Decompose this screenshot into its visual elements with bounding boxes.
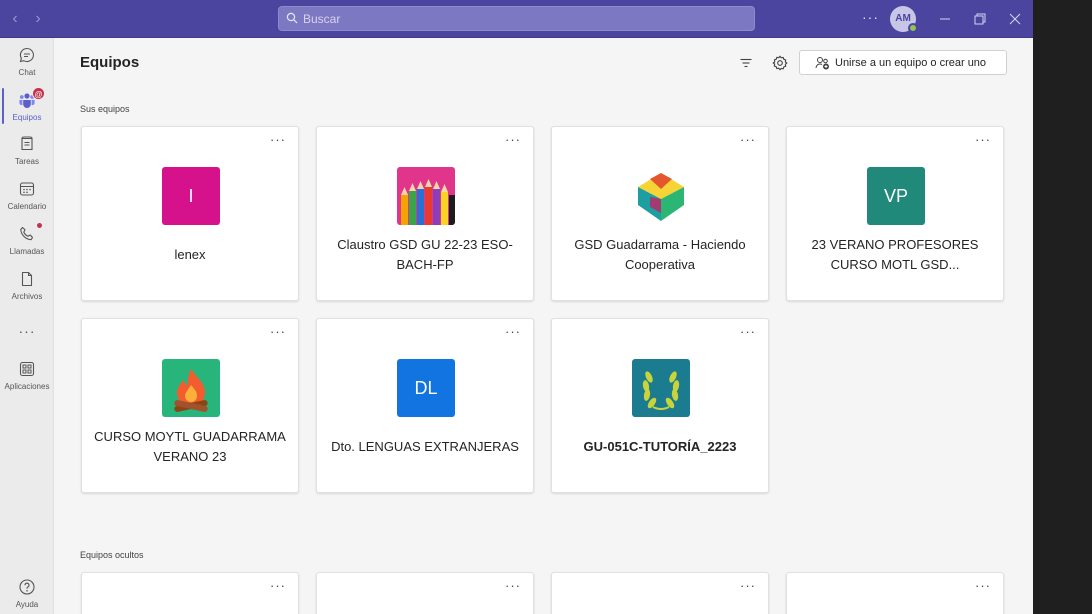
join-or-create-team-button[interactable]: Unirse a un equipo o crear uno xyxy=(799,50,1007,75)
more-options-icon[interactable]: ··· xyxy=(975,579,991,592)
search-icon xyxy=(286,12,298,24)
more-apps-icon[interactable]: ··· xyxy=(0,323,54,339)
team-card[interactable]: ··· GSD Guadarrama - Haciendo Cooperativ… xyxy=(551,126,769,301)
team-name: Claustro GSD GU 22-23 ESO-BACH-FP xyxy=(337,237,513,272)
team-card[interactable]: ··· DL Dto. LENGUAS EXTRANJERAS xyxy=(316,318,534,493)
rail-item-calendar[interactable]: Calendario xyxy=(0,180,54,220)
more-options-icon[interactable]: ··· xyxy=(505,133,521,146)
more-options-icon[interactable]: ··· xyxy=(975,133,991,146)
hidden-team-card[interactable]: ··· xyxy=(786,572,1004,614)
team-name: lenex xyxy=(174,247,206,262)
team-name: CURSO MOYTL GUADARRAMA VERANO 23 xyxy=(94,429,286,464)
rail-item-calls[interactable]: Llamadas xyxy=(0,223,54,265)
team-avatar: I xyxy=(162,167,220,225)
team-name: GSD Guadarrama - Haciendo Cooperativa xyxy=(574,237,746,272)
rail-item-label: Ayuda xyxy=(15,600,39,609)
team-avatar: VP xyxy=(867,167,925,225)
chat-icon xyxy=(19,47,34,63)
more-options-icon[interactable]: ··· xyxy=(505,579,521,592)
rail-item-help[interactable]: Ayuda xyxy=(0,578,54,614)
team-name: Dto. LENGUAS EXTRANJERAS xyxy=(331,439,519,454)
team-name: 23 VERANO PROFESORES CURSO MOTL GSD... xyxy=(811,237,979,272)
team-avatar-initials: DL xyxy=(414,378,438,398)
mention-badge: @ xyxy=(32,87,45,100)
team-avatar-initials: I xyxy=(188,186,194,206)
more-options-icon[interactable]: ··· xyxy=(740,325,756,338)
notification-dot xyxy=(37,223,42,228)
filter-icon[interactable] xyxy=(738,55,754,71)
team-card[interactable]: ··· Claustro GSD GU 22-23 ESO-BACH-FP xyxy=(316,126,534,301)
assignments-icon xyxy=(21,136,33,151)
more-options-icon[interactable]: ··· xyxy=(740,579,756,592)
team-card[interactable]: ··· I lenex xyxy=(81,126,299,301)
rail-item-files[interactable]: Archivos xyxy=(0,270,54,310)
search-box[interactable] xyxy=(278,6,755,31)
hidden-team-card[interactable]: ··· xyxy=(316,572,534,614)
rail-item-label: Tareas xyxy=(14,157,39,166)
main-content: Equipos Unirse a un equipo o crear uno S… xyxy=(55,38,1033,614)
more-options-icon[interactable]: ··· xyxy=(505,325,521,338)
close-icon[interactable] xyxy=(1004,8,1026,30)
avatar-initials: AM xyxy=(895,13,911,24)
forward-arrow-icon[interactable]: › xyxy=(29,10,47,28)
team-card[interactable]: ··· CURSO MOYTL GUADARRAMA VERANO 23 xyxy=(81,318,299,493)
colored-pencils-image xyxy=(397,167,455,225)
page-title: Equipos xyxy=(80,54,140,71)
laurel-wreath-image xyxy=(632,359,690,417)
more-options-icon[interactable]: ··· xyxy=(862,9,879,25)
restore-icon[interactable] xyxy=(969,8,991,30)
add-people-icon xyxy=(815,57,829,70)
back-arrow-icon[interactable]: ‹ xyxy=(6,10,24,28)
gear-icon[interactable] xyxy=(771,54,789,72)
section-hidden-teams: Equipos ocultos xyxy=(80,550,144,560)
section-your-teams: Sus equipos xyxy=(80,104,130,114)
help-icon xyxy=(19,579,35,595)
cube-logo-image xyxy=(632,167,690,225)
search-input[interactable] xyxy=(303,7,743,30)
hidden-team-card[interactable]: ··· xyxy=(81,572,299,614)
calls-icon xyxy=(20,226,34,241)
title-bar: ‹ › ··· AM xyxy=(0,0,1033,38)
rail-item-chat[interactable]: Chat xyxy=(0,46,54,86)
rail-item-label: Chat xyxy=(18,68,36,77)
more-options-icon[interactable]: ··· xyxy=(270,579,286,592)
rail-item-apps[interactable]: Aplicaciones xyxy=(0,360,54,400)
team-card[interactable]: ··· GU-051C-TUTORÍA_2223 xyxy=(551,318,769,493)
team-avatar: DL xyxy=(397,359,455,417)
rail-item-label: Aplicaciones xyxy=(4,382,50,391)
join-button-label: Unirse a un equipo o crear uno xyxy=(835,57,987,69)
team-name: GU-051C-TUTORÍA_2223 xyxy=(583,439,737,454)
rail-item-assignments[interactable]: Tareas xyxy=(0,135,54,175)
files-icon xyxy=(21,271,33,287)
rail-item-label: Equipos xyxy=(12,113,42,122)
more-options-icon[interactable]: ··· xyxy=(270,325,286,338)
rail-item-label: Calendario xyxy=(7,202,47,211)
presence-status-icon xyxy=(908,23,918,33)
hidden-team-card[interactable]: ··· xyxy=(551,572,769,614)
minimize-icon[interactable] xyxy=(934,8,956,30)
team-avatar-initials: VP xyxy=(883,186,908,206)
avatar[interactable]: AM xyxy=(890,6,918,33)
apps-icon xyxy=(19,361,35,377)
calendar-icon xyxy=(19,182,35,196)
more-options-icon[interactable]: ··· xyxy=(740,133,756,146)
more-options-icon[interactable]: ··· xyxy=(270,133,286,146)
rail-item-label: Archivos xyxy=(11,292,43,301)
rail-item-label: Llamadas xyxy=(9,247,45,256)
desktop-background xyxy=(1033,0,1092,614)
rail-item-teams[interactable]: @ Equipos xyxy=(0,87,54,131)
campfire-image xyxy=(162,359,220,417)
team-card[interactable]: ··· VP 23 VERANO PROFESORES CURSO MOTL G… xyxy=(786,126,1004,301)
app-rail: Chat @ Equipos Tareas Calendario Llamada… xyxy=(0,38,54,614)
